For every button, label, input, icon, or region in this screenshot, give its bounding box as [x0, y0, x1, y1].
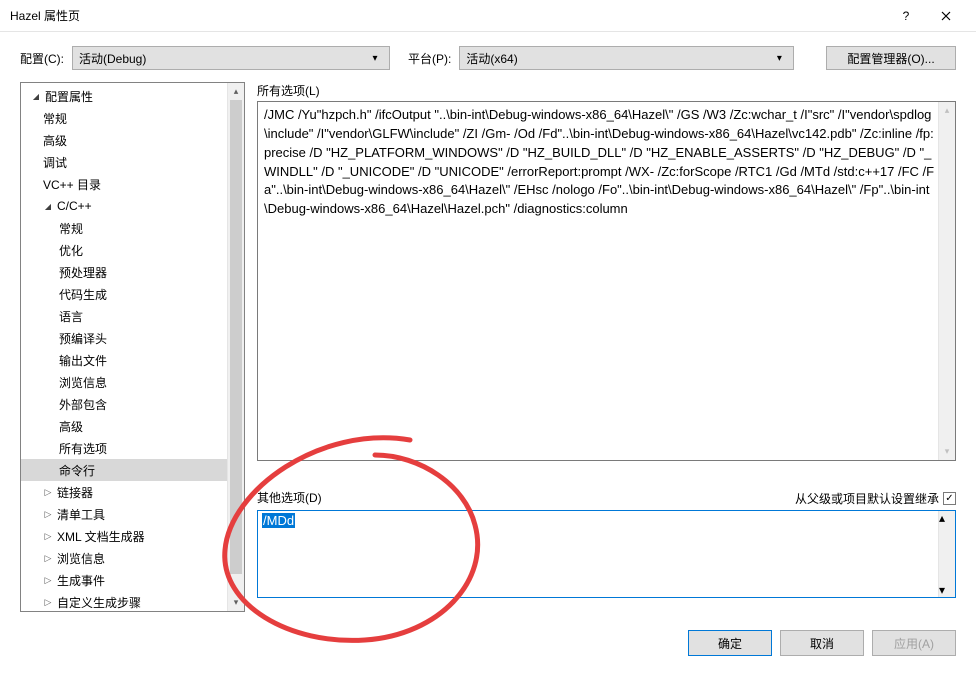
scroll-down-icon[interactable]: ▾: [939, 583, 955, 597]
other-scrollbar[interactable]: ▴ ▾: [938, 511, 955, 597]
tree-linker[interactable]: 链接器: [21, 481, 244, 503]
tree-item[interactable]: 输出文件: [21, 349, 244, 371]
tree-item[interactable]: 高级: [21, 129, 244, 151]
tree-cpp[interactable]: C/C++: [21, 195, 244, 217]
help-button[interactable]: ?: [886, 0, 926, 32]
other-options-textarea[interactable]: /MDd ▴ ▾: [257, 510, 956, 598]
apply-button[interactable]: 应用(A): [872, 630, 956, 656]
all-options-label: 所有选项(L): [257, 82, 956, 99]
tree-build-events[interactable]: 生成事件: [21, 569, 244, 591]
tree-item[interactable]: 常规: [21, 217, 244, 239]
tree-item[interactable]: VC++ 目录: [21, 173, 244, 195]
expand-icon[interactable]: [41, 529, 55, 543]
options-scrollbar[interactable]: ▴ ▾: [938, 102, 955, 460]
other-options-value: /MDd: [262, 513, 295, 528]
close-button[interactable]: [926, 0, 966, 32]
tree-custom-build[interactable]: 自定义生成步骤: [21, 591, 244, 612]
scroll-down-icon[interactable]: ▾: [228, 594, 244, 611]
platform-value: 活动(x64): [466, 50, 771, 67]
inherit-checkbox[interactable]: ✓: [943, 492, 956, 505]
property-tree[interactable]: 配置属性 常规 高级 调试 VC++ 目录 C/C++ 常规 优化 预处理器 代…: [20, 82, 245, 612]
tree-item[interactable]: 调试: [21, 151, 244, 173]
tree-manifest[interactable]: 清单工具: [21, 503, 244, 525]
expand-icon[interactable]: [29, 89, 43, 103]
scroll-up-icon[interactable]: ▴: [939, 102, 955, 119]
platform-dropdown[interactable]: 活动(x64) ▾: [459, 46, 794, 70]
other-options-label: 其他选项(D): [257, 489, 322, 506]
expand-icon[interactable]: [41, 199, 55, 213]
platform-label: 平台(P):: [408, 50, 451, 67]
chevron-down-icon: ▾: [367, 53, 383, 64]
tree-item[interactable]: 外部包含: [21, 393, 244, 415]
config-dropdown[interactable]: 活动(Debug) ▾: [72, 46, 390, 70]
scroll-up-icon[interactable]: ▴: [939, 511, 955, 525]
tree-item[interactable]: 高级: [21, 415, 244, 437]
titlebar: Hazel 属性页 ?: [0, 0, 976, 32]
ok-button[interactable]: 确定: [688, 630, 772, 656]
inherit-label: 从父级或项目默认设置继承: [795, 490, 939, 507]
scroll-down-icon[interactable]: ▾: [939, 443, 955, 460]
expand-icon[interactable]: [41, 485, 55, 499]
config-value: 活动(Debug): [79, 50, 367, 67]
close-icon: [941, 11, 951, 21]
scrollbar-thumb[interactable]: [230, 100, 242, 574]
cancel-button[interactable]: 取消: [780, 630, 864, 656]
config-label: 配置(C):: [20, 50, 64, 67]
tree-item-command-line[interactable]: 命令行: [21, 459, 244, 481]
tree-xml[interactable]: XML 文档生成器: [21, 525, 244, 547]
tree-item[interactable]: 预处理器: [21, 261, 244, 283]
config-row: 配置(C): 活动(Debug) ▾ 平台(P): 活动(x64) ▾ 配置管理…: [0, 32, 976, 82]
chevron-down-icon: ▾: [771, 53, 787, 64]
tree-item[interactable]: 优化: [21, 239, 244, 261]
tree-item[interactable]: 所有选项: [21, 437, 244, 459]
config-manager-button[interactable]: 配置管理器(O)...: [826, 46, 956, 70]
tree-root-config[interactable]: 配置属性: [21, 85, 244, 107]
all-options-text: /JMC /Yu"hzpch.h" /ifcOutput "..\bin-int…: [258, 102, 955, 223]
expand-icon[interactable]: [41, 507, 55, 521]
window-title: Hazel 属性页: [10, 7, 886, 24]
all-options-textarea[interactable]: /JMC /Yu"hzpch.h" /ifcOutput "..\bin-int…: [257, 101, 956, 461]
tree-item[interactable]: 代码生成: [21, 283, 244, 305]
tree-item[interactable]: 语言: [21, 305, 244, 327]
tree-browse[interactable]: 浏览信息: [21, 547, 244, 569]
tree-item[interactable]: 预编译头: [21, 327, 244, 349]
expand-icon[interactable]: [41, 595, 55, 609]
expand-icon[interactable]: [41, 551, 55, 565]
scroll-up-icon[interactable]: ▴: [228, 83, 244, 100]
expand-icon[interactable]: [41, 573, 55, 587]
tree-item[interactable]: 常规: [21, 107, 244, 129]
tree-item[interactable]: 浏览信息: [21, 371, 244, 393]
tree-scrollbar[interactable]: ▴ ▾: [227, 83, 244, 611]
